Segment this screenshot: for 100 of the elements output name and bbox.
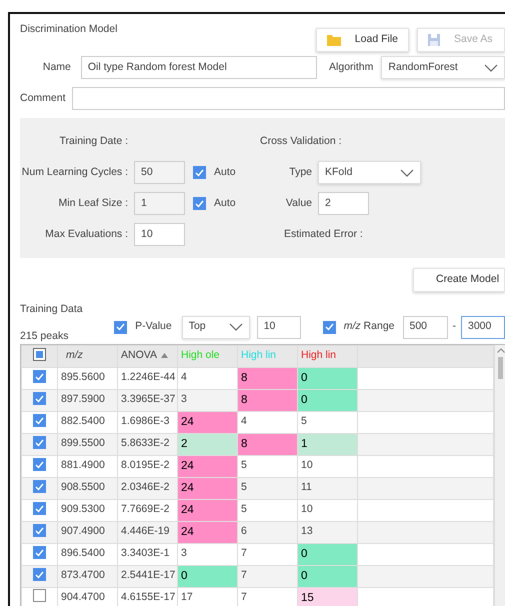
- table-cell: 1: [301, 438, 308, 450]
- type-dropdown[interactable]: KFold: [318, 161, 421, 184]
- table-cell: 873.4700: [58, 565, 118, 588]
- checkbox[interactable]: [114, 320, 128, 334]
- save-icon: [428, 34, 440, 46]
- checkbox[interactable]: [33, 392, 46, 406]
- checkbox-label: Auto: [214, 164, 236, 180]
- table-cell: 0: [301, 548, 308, 560]
- table-cell: 908.5500: [58, 477, 118, 500]
- range-max-field[interactable]: 3000: [461, 316, 505, 339]
- table-cell: 13: [298, 521, 358, 544]
- table-cell: 895.5600: [58, 367, 118, 390]
- peak-count: 215 peaks: [20, 329, 70, 344]
- table-cell: 882.5400: [58, 411, 118, 434]
- checkbox[interactable]: [33, 524, 46, 538]
- range-min-field[interactable]: 500: [402, 316, 448, 339]
- table-cell: 5.8633E-2: [118, 433, 178, 456]
- table-cell: 2: [181, 438, 188, 450]
- select-all-checkbox[interactable]: [33, 348, 46, 362]
- checkbox[interactable]: [33, 414, 46, 428]
- field-label: Training Date :: [58, 134, 128, 149]
- scrollbar-thumb[interactable]: [498, 356, 503, 379]
- field-label: Cross Validation :: [260, 134, 342, 149]
- table-cell: 3.3403E-1: [118, 543, 178, 566]
- field-label: Max Evaluations :: [44, 226, 128, 242]
- table-cell: 24: [181, 460, 194, 472]
- checkbox[interactable]: [33, 436, 46, 450]
- field-label: Estimated Error :: [284, 226, 363, 242]
- input-field[interactable]: 2: [318, 192, 369, 215]
- input-field[interactable]: 10: [134, 223, 185, 246]
- table-cell: 5: [298, 411, 358, 434]
- checkbox[interactable]: [33, 458, 46, 472]
- table-cell: 899.5500: [58, 433, 118, 456]
- create-model-button[interactable]: Create Model: [413, 268, 505, 292]
- table-cell: 2.5441E-17: [118, 565, 178, 588]
- table-cell: 5: [238, 499, 298, 522]
- table-cell: 0: [301, 394, 308, 406]
- field-label: Name: [42, 60, 71, 75]
- table-cell: 8: [241, 438, 248, 450]
- field-label: Min Leaf Size :: [58, 196, 128, 211]
- folder-icon: [326, 34, 341, 46]
- scroll-up-icon[interactable]: [496, 348, 504, 353]
- table-cell: 24: [181, 416, 194, 428]
- table-cell: 24: [181, 526, 194, 538]
- checkbox-label: P-Value: [135, 319, 172, 334]
- table-cell: 24: [181, 504, 194, 516]
- table-cell: 11: [298, 477, 358, 500]
- chevron-down-icon: [484, 64, 498, 72]
- table-cell: 8: [241, 394, 248, 406]
- table-cell: 6: [238, 521, 298, 544]
- mode-dropdown[interactable]: Top: [182, 316, 250, 339]
- table-cell: 7: [238, 565, 298, 588]
- table-cell: 5: [238, 477, 298, 500]
- checkbox[interactable]: [33, 370, 46, 384]
- table-cell: 881.4900: [58, 455, 118, 478]
- checkbox[interactable]: [322, 320, 336, 334]
- field-label: Algorithm: [329, 60, 374, 75]
- table-cell: 15: [301, 592, 314, 604]
- field-label: Num Learning Cycles :: [20, 164, 128, 180]
- table-cell: 0: [181, 570, 188, 582]
- table-cell: 909.5300: [58, 499, 118, 522]
- table-cell: 4: [238, 411, 298, 434]
- count-field[interactable]: 10: [256, 316, 301, 339]
- name-field[interactable]: Oil type Random forest Model: [80, 56, 318, 79]
- comment-field[interactable]: [72, 87, 505, 110]
- range-separator: -: [452, 319, 456, 334]
- chevron-down-icon: [400, 168, 414, 176]
- field-label: Value: [284, 196, 312, 211]
- table-cell: 907.4900: [58, 521, 118, 544]
- checkbox[interactable]: [33, 546, 46, 560]
- panel-title: Discrimination Model: [20, 22, 118, 37]
- field-label: Comment: [20, 90, 67, 106]
- checkbox[interactable]: [33, 480, 46, 494]
- load-file-button[interactable]: Load File: [316, 28, 409, 52]
- checkbox[interactable]: [33, 502, 46, 516]
- field-label: Type: [288, 164, 312, 180]
- table-cell: 0: [301, 372, 308, 384]
- table-cell: 3: [178, 543, 238, 566]
- table-cell: 3.3965E-37: [118, 389, 178, 412]
- table-cell: 5: [238, 455, 298, 478]
- column-header[interactable]: m/z: [66, 349, 83, 362]
- table-cell: 897.5900: [58, 389, 118, 412]
- chevron-down-icon: [228, 323, 243, 332]
- table-cell: 24: [181, 482, 194, 494]
- checkbox-label: m/z Range: [344, 319, 394, 334]
- table-cell: 896.5400: [58, 543, 118, 566]
- section-title: Training Data: [20, 302, 84, 317]
- checkbox-label: Auto: [214, 196, 236, 211]
- table-cell: 1.2246E-44: [118, 367, 178, 390]
- table-cell: 0: [301, 570, 308, 582]
- table-cell: 4.446E-19: [118, 521, 178, 544]
- table-cell: 3: [178, 389, 238, 412]
- scrollbar[interactable]: [494, 344, 505, 606]
- table-cell: 10: [298, 455, 358, 478]
- checkbox[interactable]: [33, 568, 46, 582]
- algorithm-dropdown[interactable]: RandomForest: [381, 56, 505, 79]
- table-cell: 10: [298, 499, 358, 522]
- checkbox[interactable]: [33, 588, 46, 602]
- table-cell: 2.0346E-2: [118, 477, 178, 500]
- table-cell: 8: [241, 372, 248, 384]
